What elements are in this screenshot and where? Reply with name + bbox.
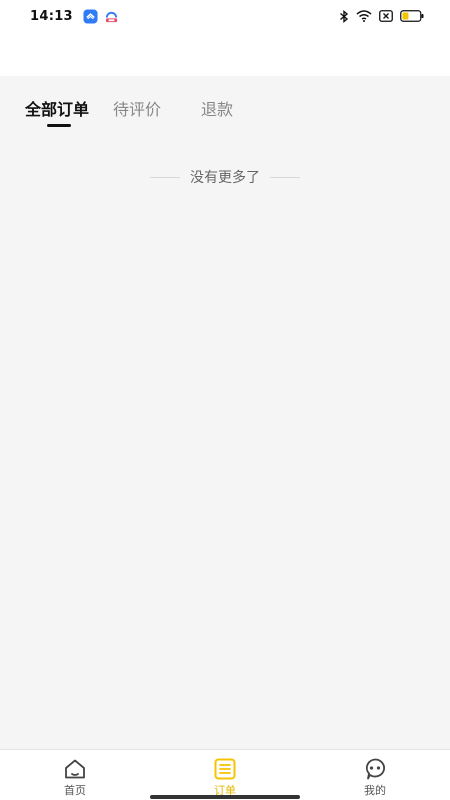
nav-label: 我的 [364, 784, 386, 797]
status-time: 14:13 [30, 8, 73, 24]
tab-label: 退款 [201, 100, 234, 119]
sim-status-icon [379, 10, 393, 22]
tab-all-orders[interactable]: 全部订单 [25, 92, 113, 127]
tab-label: 待评价 [113, 100, 162, 119]
tab-pending-review[interactable]: 待评价 [113, 92, 201, 120]
status-bar: 14:13 [0, 0, 450, 32]
bottom-nav: 首页 订单 我的 [0, 749, 450, 800]
divider-left [150, 176, 180, 178]
app-notification-icon-2 [105, 11, 118, 22]
nav-item-home[interactable]: 首页 [0, 750, 150, 800]
battery-icon [400, 10, 424, 22]
no-more-text: 没有更多了 [190, 170, 260, 186]
profile-icon [365, 758, 385, 780]
status-indicators [339, 9, 424, 23]
home-indicator-bar[interactable] [150, 795, 300, 799]
nav-item-orders[interactable]: 订单 [150, 750, 300, 800]
header [0, 32, 450, 76]
order-tabs: 全部订单 待评价 退款 [0, 92, 450, 132]
bluetooth-icon [340, 9, 349, 23]
nav-item-profile[interactable]: 我的 [300, 750, 450, 800]
nav-label: 首页 [64, 784, 86, 797]
orders-icon [214, 758, 236, 780]
tab-label: 全部订单 [25, 100, 90, 119]
notification-icons [83, 8, 119, 24]
home-icon [65, 759, 85, 779]
app-notification-icon [83, 8, 98, 24]
active-tab-indicator [47, 124, 71, 127]
divider-right [270, 176, 300, 178]
tab-refund[interactable]: 退款 [201, 92, 281, 120]
wifi-icon [356, 10, 372, 22]
list-end-indicator: 没有更多了 [0, 165, 450, 189]
